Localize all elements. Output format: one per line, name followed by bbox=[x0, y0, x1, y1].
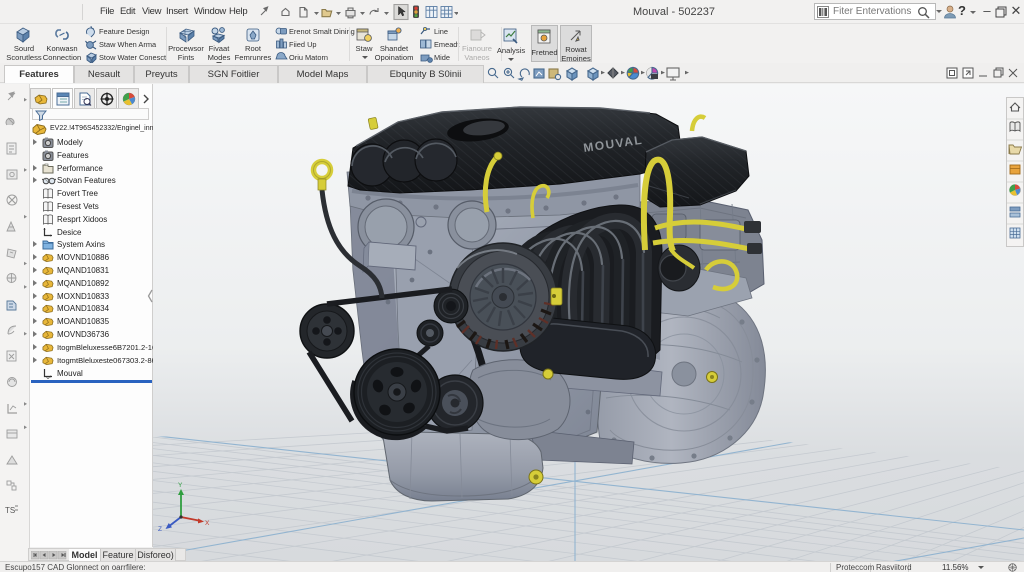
svg-text:TS: TS bbox=[5, 506, 15, 515]
svg-text:X: X bbox=[205, 520, 210, 527]
svg-text:Z: Z bbox=[158, 526, 162, 533]
svg-text:Y: Y bbox=[178, 482, 183, 489]
